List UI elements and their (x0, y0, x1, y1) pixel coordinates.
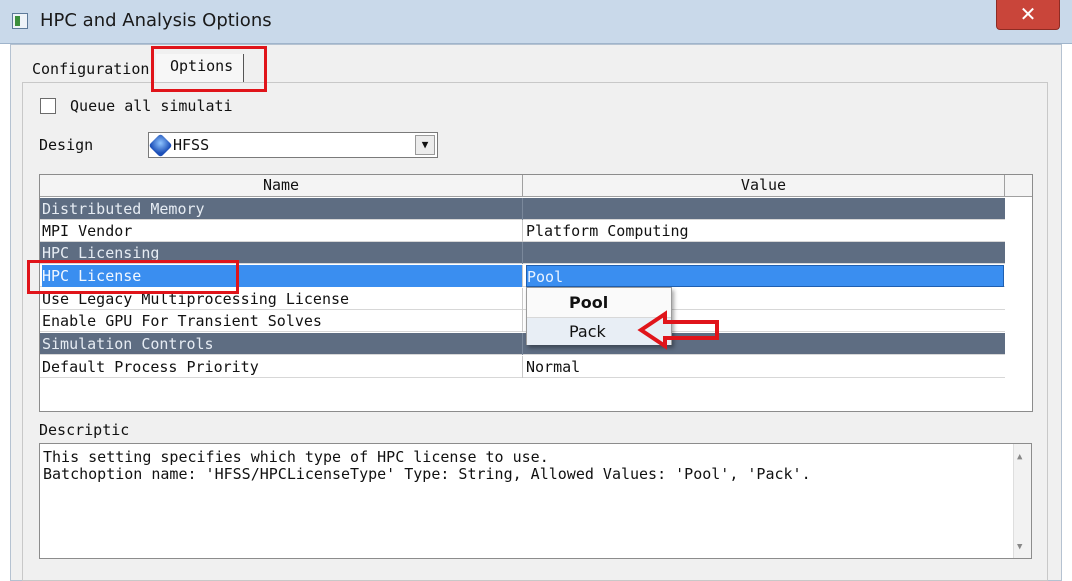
property-name: Simulation Controls (42, 333, 523, 355)
app-icon (12, 13, 28, 29)
description-line: Batchoption name: 'HFSS/HPCLicenseType' … (43, 465, 811, 483)
annotation-box-hpc-license (27, 260, 239, 294)
close-button[interactable]: ✕ (996, 0, 1060, 30)
annotation-arrow-icon (637, 310, 719, 350)
grid-header: Name Value (40, 175, 1032, 197)
hpc-license-value[interactable]: Pool (526, 265, 1004, 287)
tab-configuration[interactable]: Configuration (32, 58, 149, 84)
scroll-down-icon[interactable]: ▼ (1017, 542, 1022, 552)
column-header-name[interactable]: Name (40, 175, 523, 197)
property-value[interactable]: Platform Computing (526, 220, 1004, 242)
description-line: This setting specifies which type of HPC… (43, 448, 549, 466)
column-header-value[interactable]: Value (523, 175, 1005, 197)
property-value[interactable]: Normal (526, 356, 1004, 378)
hfss-design-icon (148, 133, 173, 158)
description-label: Descriptic (39, 421, 130, 439)
annotation-box-options-tab (151, 46, 267, 92)
property-name: MPI Vendor (42, 220, 523, 242)
design-value: HFSS (173, 136, 210, 154)
description-box: This setting specifies which type of HPC… (39, 443, 1032, 559)
title-bar: HPC and Analysis Options ✕ (0, 0, 1072, 44)
property-value (526, 198, 1004, 220)
property-row-process-priority[interactable]: Default Process Priority Normal (40, 356, 1005, 378)
description-scrollbar[interactable]: ▲ ▼ (1013, 444, 1031, 558)
property-name: Default Process Priority (42, 356, 523, 378)
design-label: Design (39, 136, 94, 154)
queue-all-row[interactable]: Queue all simulati (40, 96, 233, 115)
dropdown-arrow-icon[interactable]: ▼ (415, 135, 435, 155)
group-row-distributed-memory[interactable]: Distributed Memory (40, 198, 1005, 220)
design-select[interactable]: HFSS ▼ (148, 132, 438, 158)
property-name: Enable GPU For Transient Solves (42, 310, 523, 332)
queue-all-checkbox[interactable] (40, 97, 56, 114)
queue-all-label: Queue all simulati (70, 96, 233, 115)
property-value (526, 242, 1004, 264)
scroll-up-icon[interactable]: ▲ (1017, 452, 1022, 462)
property-name: Distributed Memory (42, 198, 523, 220)
property-row-mpi-vendor[interactable]: MPI Vendor Platform Computing (40, 220, 1005, 242)
property-row-enable-gpu[interactable]: Enable GPU For Transient Solves (40, 310, 1005, 332)
group-row-simulation-controls[interactable]: Simulation Controls (40, 333, 1005, 355)
window-title: HPC and Analysis Options (40, 10, 272, 31)
